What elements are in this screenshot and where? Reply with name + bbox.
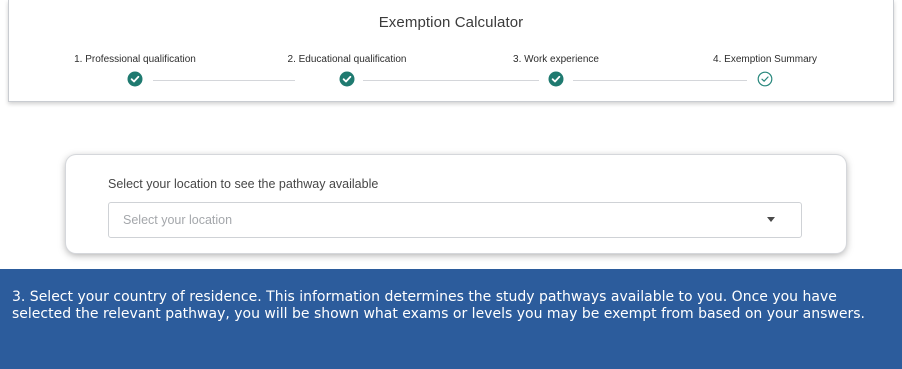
- step-label-exemption-summary[interactable]: 4. Exemption Summary: [713, 54, 817, 65]
- step-label-educational-qualification[interactable]: 2. Educational qualification: [288, 54, 407, 65]
- step-connector: [573, 80, 747, 81]
- check-circle-icon[interactable]: [339, 71, 355, 87]
- caret-down-icon[interactable]: [767, 217, 775, 222]
- check-circle-icon[interactable]: [127, 71, 143, 87]
- location-select[interactable]: Select your location: [108, 202, 802, 238]
- instruction-caption: 3. Select your country of residence. Thi…: [0, 269, 902, 369]
- step-connector: [363, 80, 539, 81]
- check-circle-icon[interactable]: [548, 71, 564, 87]
- location-select-placeholder: Select your location: [123, 213, 233, 227]
- exemption-calculator-header: Exemption Calculator 1. Professional qua…: [8, 0, 894, 102]
- step-connector: [153, 80, 295, 81]
- step-label-professional-qualification[interactable]: 1. Professional qualification: [74, 54, 196, 65]
- location-heading: Select your location to see the pathway …: [108, 177, 379, 191]
- check-circle-outline-icon[interactable]: [757, 71, 773, 87]
- location-card: Select your location to see the pathway …: [66, 155, 846, 253]
- page-title: Exemption Calculator: [378, 14, 524, 31]
- step-label-work-experience[interactable]: 3. Work experience: [513, 54, 599, 65]
